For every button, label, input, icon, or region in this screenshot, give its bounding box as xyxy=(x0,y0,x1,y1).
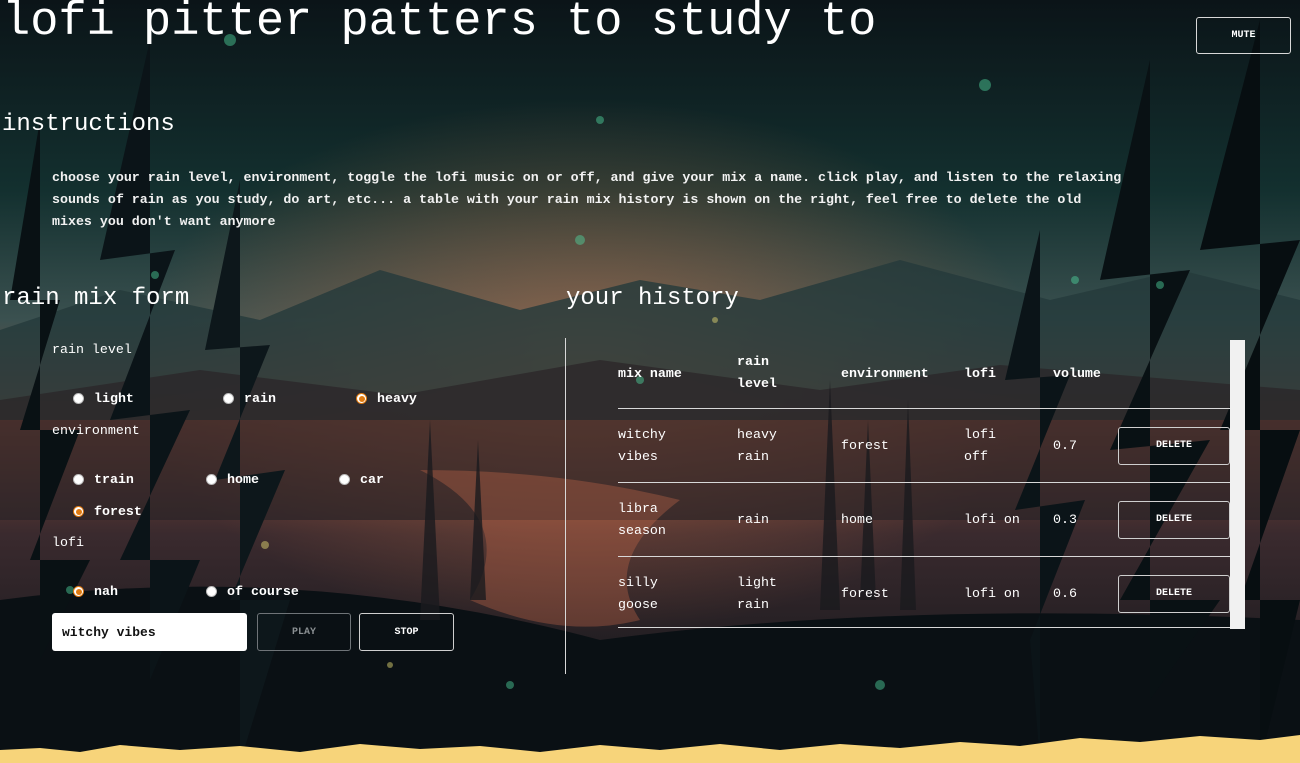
cell-volume: 0.7 xyxy=(1053,408,1118,483)
table-header-row: mix name rain level environment lofi vol… xyxy=(618,338,1230,409)
instructions-text: choose your rain level, environment, tog… xyxy=(52,170,1122,229)
environment-label: environment xyxy=(52,423,140,438)
delete-button[interactable]: DELETE xyxy=(1118,426,1230,465)
cell-actions: DELETE xyxy=(1118,556,1230,630)
radio-label: heavy xyxy=(377,391,417,406)
cell-mix-name: libra season xyxy=(618,482,737,557)
radio-env-train[interactable]: train xyxy=(73,472,134,487)
cell-rain-level: rain xyxy=(737,482,841,557)
rain-mix-form-heading: rain mix form xyxy=(2,285,190,312)
page-title: lofi pitter patters to study to xyxy=(2,0,877,49)
radio-rain-light[interactable]: light xyxy=(73,391,134,406)
radio-label: light xyxy=(94,391,134,406)
table-row: witchy vibes heavy rain forest lofi off … xyxy=(618,408,1230,483)
column-header-lofi: lofi xyxy=(964,365,996,381)
cell-volume: 0.6 xyxy=(1053,556,1118,630)
delete-button[interactable]: DELETE xyxy=(1118,574,1230,613)
radio-env-home[interactable]: home xyxy=(206,472,259,487)
history-heading: your history xyxy=(566,285,739,312)
cell-environment: forest xyxy=(841,556,964,630)
radio-circle[interactable] xyxy=(73,474,84,485)
column-header-mix-name: mix name xyxy=(618,365,682,381)
radio-rain-rain[interactable]: rain xyxy=(223,391,276,406)
lofi-label: lofi xyxy=(52,535,84,550)
cell-environment: home xyxy=(841,482,964,557)
radio-circle[interactable] xyxy=(223,393,234,404)
radio-env-car[interactable]: car xyxy=(339,472,384,487)
mute-button[interactable]: MUTE xyxy=(1196,17,1291,54)
column-header-actions xyxy=(1118,338,1230,409)
cell-volume: 0.3 xyxy=(1053,482,1118,557)
cell-rain-level: heavy rain xyxy=(737,408,841,483)
radio-label: nah xyxy=(94,584,118,599)
cell-actions: DELETE xyxy=(1118,408,1230,483)
radio-label: car xyxy=(360,472,384,487)
cell-lofi: lofi off xyxy=(964,408,1053,483)
instructions-heading: instructions xyxy=(2,111,175,138)
mix-name-input[interactable] xyxy=(52,613,247,651)
cell-rain-level: light rain xyxy=(737,556,841,630)
radio-lofi-of-course[interactable]: of course xyxy=(206,584,299,599)
table-row: silly goose light rain forest lofi on 0.… xyxy=(618,556,1230,630)
radio-label: home xyxy=(227,472,259,487)
stop-button[interactable]: STOP xyxy=(359,613,454,651)
radio-circle[interactable] xyxy=(206,474,217,485)
radio-label: of course xyxy=(227,584,299,599)
history-table: mix name rain level environment lofi vol… xyxy=(618,338,1230,630)
cell-actions: DELETE xyxy=(1118,482,1230,557)
radio-circle-selected[interactable] xyxy=(73,586,84,597)
table-bottom-border xyxy=(618,627,1230,628)
play-button[interactable]: PLAY xyxy=(257,613,351,651)
cell-mix-name: witchy vibes xyxy=(618,408,737,483)
column-header-environment: environment xyxy=(841,365,929,381)
column-header-rain-level: rain level xyxy=(737,338,841,409)
cell-lofi: lofi on xyxy=(964,482,1053,557)
radio-env-forest[interactable]: forest xyxy=(73,504,142,519)
column-header-volume: volume xyxy=(1053,365,1101,381)
cell-mix-name: silly goose xyxy=(618,556,737,630)
radio-label: train xyxy=(94,472,134,487)
radio-circle[interactable] xyxy=(206,586,217,597)
radio-rain-heavy[interactable]: heavy xyxy=(356,391,417,406)
radio-circle-selected[interactable] xyxy=(73,506,84,517)
history-scrollbar[interactable] xyxy=(1230,340,1245,629)
radio-circle[interactable] xyxy=(73,393,84,404)
rain-level-label: rain level xyxy=(52,342,132,357)
cell-environment: forest xyxy=(841,408,964,483)
radio-lofi-nah[interactable]: nah xyxy=(73,584,118,599)
cell-lofi: lofi on xyxy=(964,556,1053,630)
radio-circle[interactable] xyxy=(339,474,350,485)
radio-label: forest xyxy=(94,504,142,519)
column-divider xyxy=(565,338,566,674)
delete-button[interactable]: DELETE xyxy=(1118,500,1230,539)
column-header-rain-level-text: rain level xyxy=(737,354,777,391)
radio-circle-selected[interactable] xyxy=(356,393,367,404)
radio-label: rain xyxy=(244,391,276,406)
table-row: libra season rain home lofi on 0.3 DELET… xyxy=(618,482,1230,557)
